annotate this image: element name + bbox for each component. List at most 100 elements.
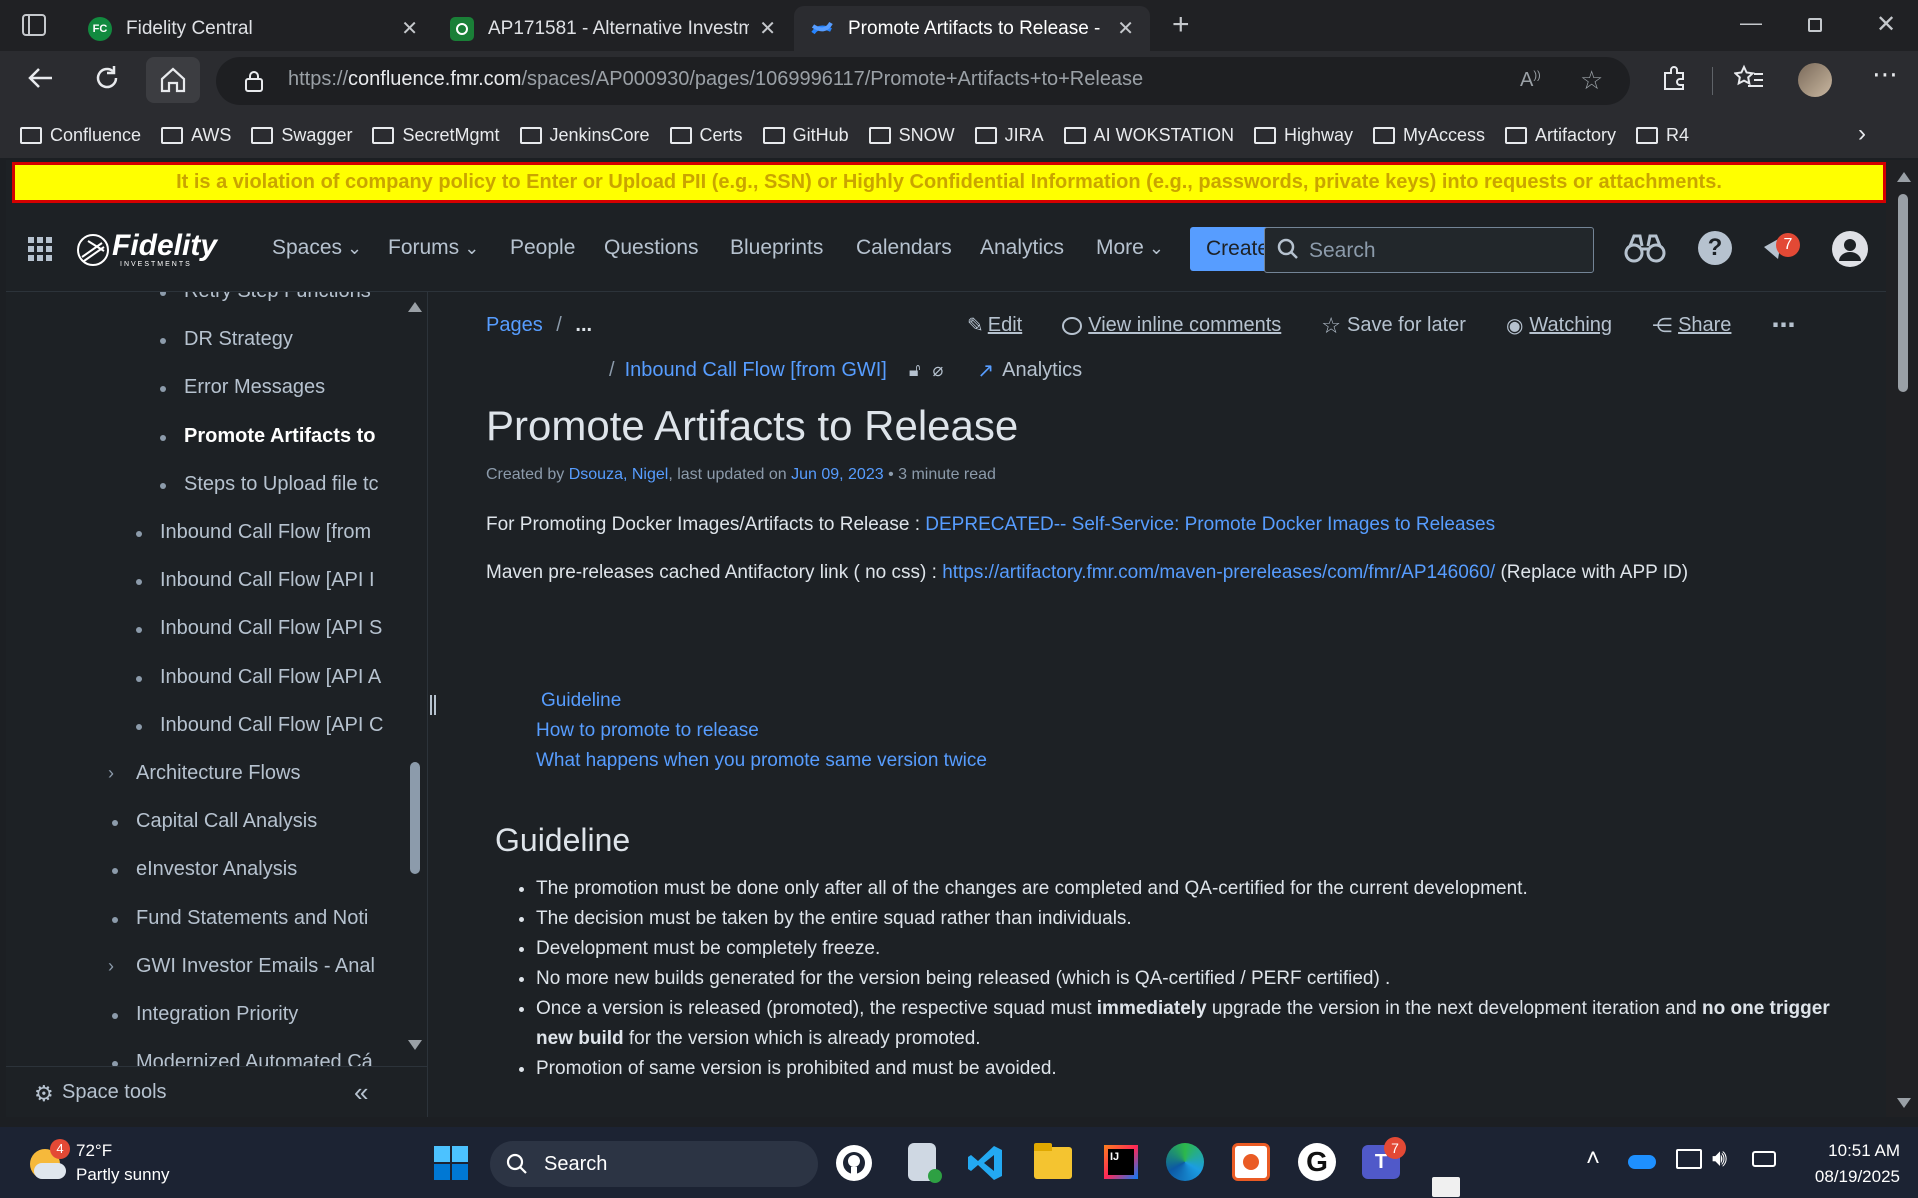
tree-item[interactable]: Inbound Call Flow [API S (136, 617, 382, 640)
tree-item[interactable]: Steps to Upload file tc (160, 473, 379, 496)
bookmark-item[interactable]: MyAccess (1372, 125, 1485, 146)
tree-item[interactable]: Fund Statements and Noti (112, 907, 368, 930)
watching-button[interactable]: ◉ Watching (1506, 313, 1612, 338)
chevron-right-icon[interactable]: › (108, 763, 114, 784)
nav-item-analytics[interactable]: Analytics (980, 236, 1064, 260)
edge-icon[interactable] (1166, 1143, 1204, 1181)
create-button[interactable]: Create (1190, 227, 1270, 271)
scroll-down-icon[interactable] (408, 1040, 422, 1050)
tree-item[interactable]: Promote Artifacts to (160, 425, 376, 448)
toc-item[interactable]: Guideline (541, 686, 987, 716)
nav-item-questions[interactable]: Questions (604, 236, 699, 260)
user-avatar[interactable] (1832, 231, 1868, 267)
bookmark-item[interactable]: SecretMgmt (372, 125, 500, 146)
chevron-right-icon[interactable]: › (108, 956, 114, 977)
attachment-icon[interactable]: ⌀ (933, 360, 944, 381)
tree-item[interactable]: › Architecture Flows (108, 762, 301, 785)
restore-icon[interactable] (1808, 18, 1822, 32)
clock-time[interactable]: 10:51 AM (1800, 1141, 1900, 1161)
bookmark-item[interactable]: Highway (1253, 125, 1353, 146)
nav-item-people[interactable]: People (510, 236, 575, 260)
github-icon[interactable] (836, 1145, 872, 1181)
artifactory-link[interactable]: https://artifactory.fmr.com/maven-prerel… (942, 562, 1495, 583)
tab-promote-artifacts[interactable]: Promote Artifacts to Release - FI / ✕ (794, 6, 1150, 51)
tree-item[interactable]: Inbound Call Flow [API I (136, 569, 375, 592)
scroll-up-icon[interactable] (408, 302, 422, 312)
analytics-link[interactable]: Analytics (1002, 359, 1082, 382)
extensions-icon[interactable] (1660, 64, 1688, 92)
battery-icon[interactable] (1752, 1151, 1776, 1167)
nav-item-calendars[interactable]: Calendars (856, 236, 952, 260)
view-inline-comments-button[interactable]: View inline comments (1062, 314, 1281, 337)
onedrive-icon[interactable] (1628, 1155, 1656, 1169)
collapse-sidebar-icon[interactable]: « (354, 1077, 368, 1108)
windows-start-icon[interactable] (434, 1146, 468, 1180)
breadcrumb-pages[interactable]: Pages (486, 314, 543, 336)
favorites-icon[interactable] (1734, 64, 1764, 92)
postman-icon[interactable] (1232, 1143, 1270, 1181)
sidebar-scrollbar-thumb[interactable] (410, 762, 420, 874)
unlock-icon[interactable]: 🔓︎ (909, 360, 921, 381)
bookmark-item[interactable]: SNOW (868, 125, 955, 146)
profile-avatar[interactable] (1798, 63, 1832, 97)
nav-item-forums[interactable]: Forums ⌄ (388, 236, 479, 260)
space-tools-link[interactable]: Space tools (62, 1081, 167, 1104)
tree-item[interactable]: Error Messages (160, 376, 325, 399)
home-button[interactable] (146, 57, 200, 103)
toc-item[interactable]: How to promote to release (536, 716, 987, 746)
new-tab-icon[interactable]: + (1172, 8, 1190, 42)
bookmark-item[interactable]: Confluence (20, 125, 141, 146)
more-icon[interactable]: ⋯ (1872, 59, 1899, 90)
bookmark-item[interactable]: Certs (669, 125, 743, 146)
tree-item[interactable]: Retry Step Functions (160, 292, 371, 303)
favorite-star-icon[interactable]: ☆ (1580, 65, 1603, 96)
tree-item[interactable]: Inbound Call Flow [from (136, 521, 371, 544)
clock-date[interactable]: 08/19/2025 (1800, 1167, 1900, 1187)
bookmark-item[interactable]: JIRA (974, 125, 1044, 146)
deprecated-link[interactable]: DEPRECATED-- Self-Service: Promote Docke… (925, 514, 1495, 535)
page-scrollbar-thumb[interactable] (1898, 194, 1908, 392)
database-icon[interactable] (908, 1143, 942, 1183)
bookmark-item[interactable]: JenkinsCore (519, 125, 650, 146)
app-g-icon[interactable]: G (1298, 1143, 1336, 1181)
tab-ap171581[interactable]: AP171581 - Alternative Investmer ✕ (434, 6, 792, 51)
breadcrumb-parent-link[interactable]: Inbound Call Flow [from GWI] (625, 359, 887, 382)
scroll-up-icon[interactable] (1897, 172, 1911, 182)
close-icon[interactable]: ✕ (759, 16, 776, 41)
share-button[interactable]: ⋲ Share (1652, 313, 1731, 338)
chevron-right-icon[interactable]: › (1858, 120, 1866, 148)
nav-item-spaces[interactable]: Spaces ⌄ (272, 236, 362, 260)
binoculars-icon[interactable] (1624, 233, 1666, 265)
gear-icon[interactable]: ⚙ (34, 1081, 54, 1107)
toc-item[interactable]: What happens when you promote same versi… (536, 746, 987, 776)
close-icon[interactable]: ✕ (1117, 16, 1134, 41)
nav-item-blueprints[interactable]: Blueprints (730, 236, 823, 260)
tree-item[interactable]: Integration Priority (112, 1003, 298, 1026)
nav-item-more[interactable]: More ⌄ (1096, 236, 1164, 260)
page-scrollbar[interactable] (1886, 160, 1918, 1117)
close-window-icon[interactable]: ✕ (1876, 10, 1896, 39)
tab-actions-icon[interactable] (22, 14, 46, 36)
more-actions-icon[interactable]: ⋯ (1771, 311, 1795, 340)
bookmark-item[interactable]: R4 (1636, 125, 1689, 146)
minimize-icon[interactable]: — (1740, 10, 1762, 36)
search-input[interactable]: Search (1264, 227, 1594, 273)
network-icon[interactable] (1676, 1149, 1702, 1169)
tree-item[interactable]: Capital Call Analysis (112, 810, 317, 833)
snipping-tool-icon[interactable] (1432, 1177, 1460, 1197)
fidelity-logo[interactable]: Fidelity INVESTMENTS (76, 231, 217, 268)
chevron-up-icon[interactable]: ˄ (1586, 1145, 1600, 1173)
tab-fidelity-central[interactable]: FC Fidelity Central ✕ (72, 6, 434, 51)
reload-icon[interactable] (92, 63, 122, 93)
file-explorer-icon[interactable] (1034, 1143, 1072, 1179)
bookmark-item[interactable]: AWS (161, 125, 231, 146)
tree-item[interactable]: Inbound Call Flow [API C (136, 714, 383, 737)
read-aloud-icon[interactable]: A)) (1520, 69, 1541, 92)
tree-item[interactable]: Inbound Call Flow [API A (136, 666, 381, 689)
bookmark-item[interactable]: Swagger (251, 125, 352, 146)
help-icon[interactable]: ? (1698, 231, 1732, 265)
edit-button[interactable]: ✎ Edit (967, 313, 1022, 338)
save-for-later-button[interactable]: ☆ Save for later (1321, 313, 1466, 339)
close-icon[interactable]: ✕ (401, 16, 418, 41)
tree-item[interactable]: › GWI Investor Emails - Anal (108, 955, 375, 978)
